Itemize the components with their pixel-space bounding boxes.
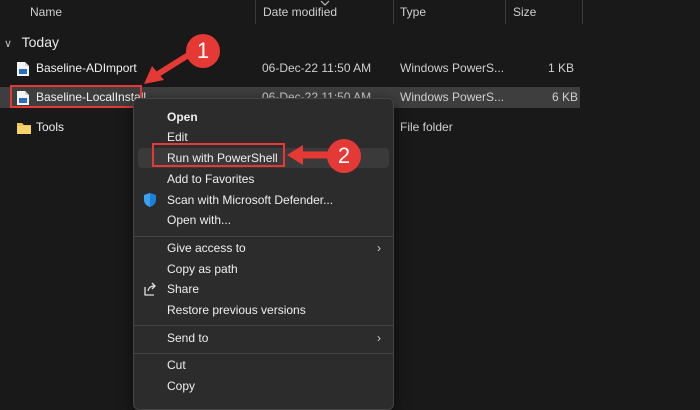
annotation-badge-step-2: 2 xyxy=(327,139,361,173)
column-size[interactable]: Size xyxy=(513,0,536,24)
defender-shield-icon xyxy=(144,193,156,207)
column-name[interactable]: Name xyxy=(30,0,62,24)
share-icon xyxy=(144,282,156,296)
menu-item-copy-as-path[interactable]: Copy as path xyxy=(134,259,393,279)
menu-item-add-to-favorites[interactable]: Add to Favorites xyxy=(134,169,393,189)
menu-label: Open with... xyxy=(167,213,232,227)
file-size: 1 KB xyxy=(547,61,574,75)
menu-item-give-access[interactable]: Give access to › xyxy=(134,238,393,258)
menu-item-cut[interactable]: Cut xyxy=(134,355,393,375)
menu-label: Copy as path xyxy=(167,262,238,276)
annotation-highlight-run-powershell xyxy=(152,143,285,167)
menu-separator xyxy=(134,325,393,326)
column-date-modified[interactable]: Date modified xyxy=(263,0,337,24)
annotation-highlight-file xyxy=(10,85,142,108)
file-name: Tools xyxy=(36,120,65,134)
menu-item-send-to[interactable]: Send to › xyxy=(134,328,393,348)
menu-label: Scan with Microsoft Defender... xyxy=(167,193,334,207)
menu-item-share[interactable]: Share xyxy=(134,279,393,299)
annotation-badge-step-1: 1 xyxy=(186,34,220,68)
column-divider[interactable] xyxy=(505,0,506,24)
group-header-today[interactable]: ∨ Today xyxy=(4,32,59,52)
file-type: File folder xyxy=(400,120,453,134)
column-divider[interactable] xyxy=(393,0,394,24)
menu-separator xyxy=(134,236,393,237)
menu-label: Send to xyxy=(167,331,209,345)
file-type: Windows PowerS... xyxy=(400,90,505,104)
menu-label: Cut xyxy=(167,358,186,372)
powershell-script-icon xyxy=(17,62,29,76)
menu-item-open-with[interactable]: Open with... xyxy=(134,210,393,230)
column-divider[interactable] xyxy=(582,0,583,24)
folder-icon xyxy=(17,123,31,134)
menu-item-copy[interactable]: Copy xyxy=(134,376,393,396)
menu-label: Restore previous versions xyxy=(167,303,306,317)
file-name: Baseline-ADImport xyxy=(36,61,137,75)
menu-label: Open xyxy=(167,110,198,124)
file-type: Windows PowerS... xyxy=(400,61,505,75)
menu-label: Copy xyxy=(167,379,196,393)
menu-item-open[interactable]: Open xyxy=(134,107,393,127)
column-divider[interactable] xyxy=(255,0,256,24)
menu-label: Add to Favorites xyxy=(167,172,255,186)
menu-separator xyxy=(134,353,393,354)
column-type[interactable]: Type xyxy=(400,0,426,24)
column-header: Name Date modified Type Size xyxy=(0,0,700,24)
file-date: 06-Dec-22 11:50 AM xyxy=(262,61,372,75)
menu-item-scan-defender[interactable]: Scan with Microsoft Defender... xyxy=(134,190,393,210)
menu-label: Share xyxy=(167,282,200,296)
file-row[interactable]: Baseline-ADImport 06-Dec-22 11:50 AM Win… xyxy=(0,58,700,79)
chevron-right-icon: › xyxy=(377,241,381,255)
chevron-down-icon: ∨ xyxy=(4,38,13,50)
chevron-right-icon: › xyxy=(377,331,381,345)
menu-item-restore-previous[interactable]: Restore previous versions xyxy=(134,300,393,320)
group-label: Today xyxy=(21,34,59,50)
file-size: 6 KB xyxy=(552,90,579,104)
menu-label: Give access to xyxy=(167,241,246,255)
